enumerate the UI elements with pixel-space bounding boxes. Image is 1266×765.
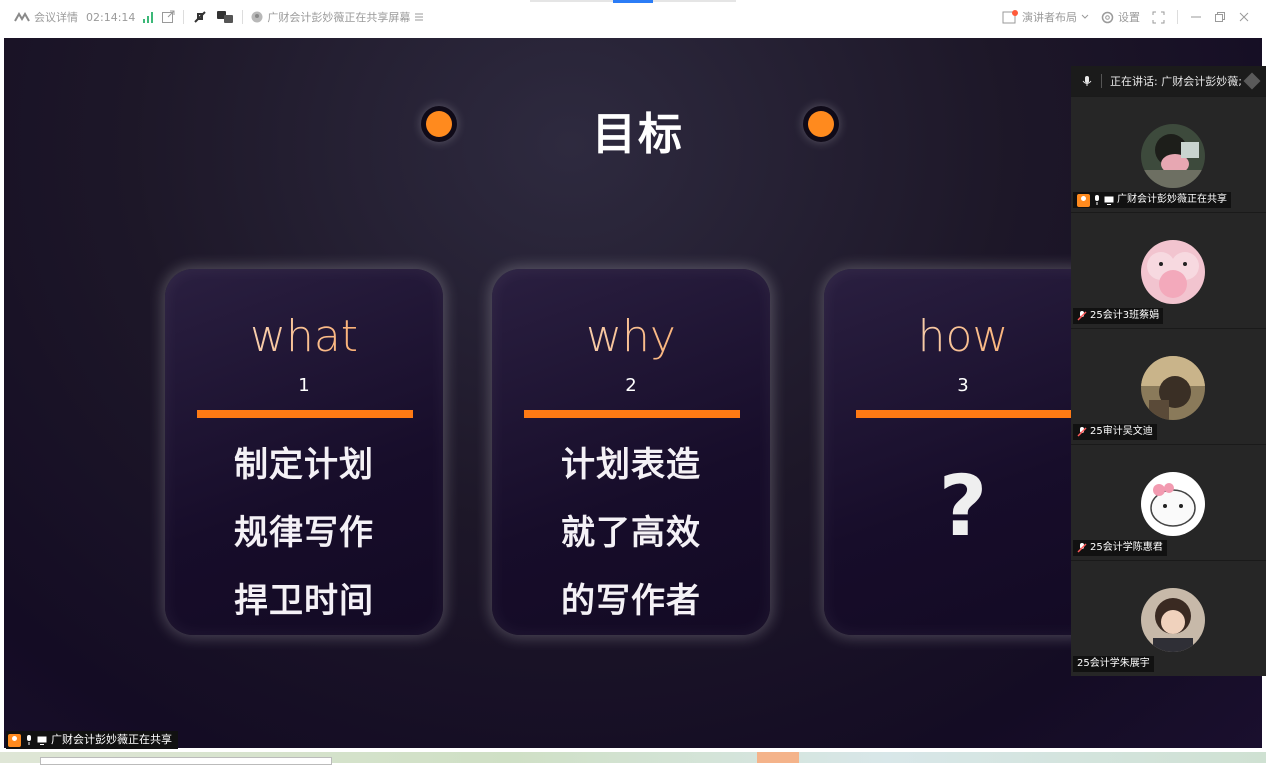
avatar [1141,588,1205,652]
participant-tile[interactable]: 25会计3班蔡娟 [1071,212,1266,326]
participant-name: 25会计学朱展宇 [1077,658,1150,669]
participant-name-tag: 25会计学陈惠君 [1073,540,1167,556]
avatar [1141,124,1205,188]
mic-icon [1093,195,1101,205]
participant-name: 广财会计彭妙薇正在共享 [1117,194,1227,205]
tencent-meeting-logo-icon [14,12,30,22]
popout-icon[interactable] [161,10,175,24]
participant-name-tag: 广财会计彭妙薇正在共享 [1073,192,1231,208]
host-icon [8,733,21,747]
fullscreen-icon[interactable] [1152,11,1165,24]
card-line: 规律写作 [234,513,374,553]
card-divider [856,410,1072,418]
taskbar [0,752,1266,765]
card-line: 制定计划 [234,445,374,485]
taskbar-app-button[interactable] [757,752,799,763]
card-number: 1 [298,375,310,396]
slide-title: 目标 [592,109,684,160]
participant-name: 25会计学陈惠君 [1090,542,1163,553]
card-line: 就了高效 [561,513,701,553]
sharer-name-tag: 广财会计彭妙薇正在共享 [6,731,178,749]
gear-icon [1101,11,1114,24]
participant-name: 25会计3班蔡娟 [1090,310,1160,321]
mute-all-icon[interactable] [192,9,208,25]
mic-icon [1081,75,1093,87]
collapse-icon[interactable] [1243,72,1261,90]
divider [242,10,244,24]
divider [1177,10,1178,24]
network-signal-icon[interactable] [143,11,154,23]
participant-tile[interactable]: 25会计学朱展宇 [1071,560,1266,674]
mic-muted-icon [1077,311,1087,321]
restore-icon[interactable] [1214,11,1226,23]
card-number: 2 [625,375,637,396]
mic-muted-icon [1077,427,1087,437]
participant-panel: 正在讲话: 广财会计彭妙薇; 广财会计彭妙薇正在共享 25会计3班蔡娟 25审计… [1071,66,1266,676]
mic-muted-icon [1077,543,1087,553]
goal-card-why: why 2 计划表造 就了高效 的写作者 [492,269,770,635]
layout-button[interactable]: 演讲者布局 [1002,9,1089,25]
meeting-details-button[interactable]: 会议详情 [14,9,78,25]
card-divider [524,410,740,418]
participant-tile[interactable]: 25审计吴文迪 [1071,328,1266,442]
participant-tile[interactable]: 广财会计彭妙薇正在共享 [1071,96,1266,210]
screen-share-icon [1104,196,1114,205]
question-mark: ? [938,457,988,555]
card-keyword: how [824,311,1102,362]
card-divider [197,410,413,418]
layout-label: 演讲者布局 [1022,11,1077,24]
sharing-title: 广财会计彭妙薇正在共享屏幕 [267,11,411,24]
speaking-label: 正在讲话: 广财会计彭妙薇; [1110,75,1242,88]
participant-name-tag: 25审计吴文迪 [1073,424,1157,440]
meeting-details-label: 会议详情 [34,11,78,24]
menu-icon[interactable] [414,12,424,22]
card-line: 的写作者 [561,581,701,621]
avatar [1141,472,1205,536]
divider [183,10,185,24]
avatar [1141,356,1205,420]
title-bullet-dot [426,111,452,137]
meeting-timer: 02:14:14 [86,10,136,24]
participant-tile[interactable]: 25会计学陈惠君 [1071,444,1266,558]
card-keyword: why [492,311,770,362]
speaking-indicator: 正在讲话: 广财会计彭妙薇; [1071,66,1266,96]
minimize-icon[interactable] [1190,11,1202,23]
layout-icon [1002,10,1018,24]
title-bar: 会议详情 02:14:14 广财会计彭妙薇正在共享屏幕 演讲者布局 设置 [0,0,1266,34]
participant-name: 25审计吴文迪 [1090,426,1153,437]
settings-label: 设置 [1118,11,1140,24]
sharing-indicator[interactable]: 广财会计彭妙薇正在共享屏幕 [251,9,424,25]
title-bullet-dot [808,111,834,137]
settings-button[interactable]: 设置 [1101,9,1140,25]
active-window-tab[interactable] [613,0,653,3]
card-keyword: what [165,311,443,362]
avatar [1141,240,1205,304]
participant-name-tag: 25会计3班蔡娟 [1073,308,1164,324]
translate-icon[interactable] [216,9,234,25]
chevron-down-icon [1081,14,1089,20]
card-line: 捍卫时间 [234,581,374,621]
screen-share-icon [37,736,47,745]
goal-card-what: what 1 制定计划 规律写作 捍卫时间 [165,269,443,635]
goal-card-how: how 3 ? [824,269,1102,635]
divider [1101,74,1102,88]
participant-name-tag: 25会计学朱展宇 [1073,656,1154,672]
sharer-label: 广财会计彭妙薇正在共享 [51,733,172,746]
mic-icon [25,735,33,745]
taskbar-search-box[interactable] [40,757,332,765]
close-icon[interactable] [1238,11,1250,23]
host-icon [1077,193,1090,207]
card-line: 计划表造 [561,445,701,485]
sharer-avatar-icon [251,11,263,23]
card-number: 3 [957,375,969,396]
